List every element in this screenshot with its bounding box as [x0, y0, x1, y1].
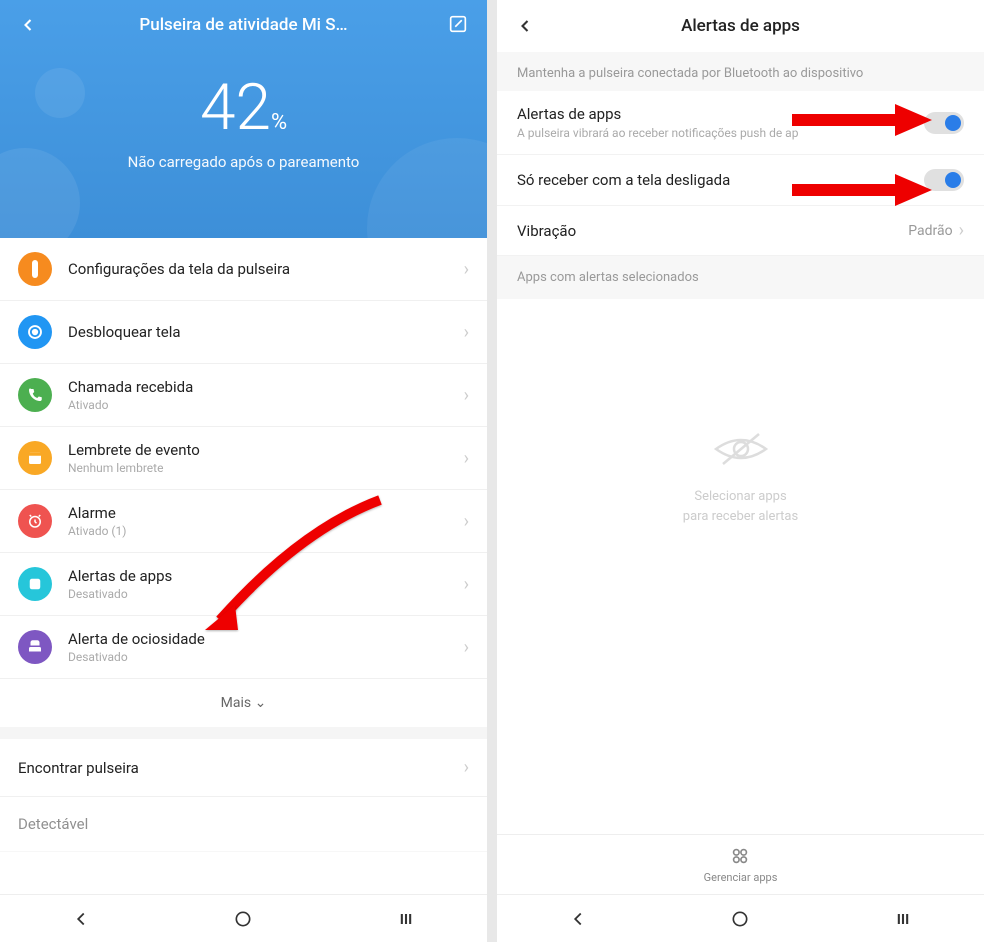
battery-value: 42: [200, 70, 271, 145]
chevron-right-icon: ›: [464, 385, 469, 406]
row-alarm[interactable]: Alarme Ativado (1) ›: [0, 490, 487, 553]
band-icon: [18, 252, 52, 286]
row-screen-settings[interactable]: Configurações da tela da pulseira ›: [0, 238, 487, 301]
percent-sign: %: [271, 110, 287, 135]
apps-icon: [729, 845, 753, 869]
lock-icon: [18, 315, 52, 349]
row-app-alerts[interactable]: Alertas de apps Desativado ›: [0, 553, 487, 616]
header-blue: Pulseira de atividade Mi S… 42% Não carr…: [0, 0, 487, 238]
row-subtitle: Nenhum lembrete: [68, 461, 464, 475]
more-button[interactable]: Mais ⌄: [0, 679, 487, 727]
row-title: Detectável: [18, 815, 88, 833]
page-title: Pulseira de atividade Mi S…: [40, 15, 447, 35]
phone-left: Pulseira de atividade Mi S… 42% Não carr…: [0, 0, 487, 942]
row-title: Chamada recebida: [68, 378, 464, 396]
row-find-band[interactable]: Encontrar pulseira ›: [0, 739, 487, 797]
nav-back-button[interactable]: [51, 908, 111, 930]
row-title: Só receber com a tela desligada: [517, 171, 914, 189]
row-title: Alarme: [68, 504, 464, 522]
nav-home-button[interactable]: [710, 909, 770, 929]
row-screen-off-toggle[interactable]: Só receber com a tela desligada: [497, 155, 984, 206]
chevron-right-icon: ›: [464, 574, 469, 595]
back-button[interactable]: [513, 14, 537, 38]
row-title: Vibração: [517, 222, 898, 240]
settings-list: Configurações da tela da pulseira › Desb…: [0, 238, 487, 852]
battery-subtitle: Não carregado após o pareamento: [0, 153, 487, 171]
row-subtitle: Ativado (1): [68, 524, 464, 538]
row-app-alerts-toggle[interactable]: Alertas de apps A pulseira vibrará ao re…: [497, 91, 984, 155]
eye-off-icon: [497, 429, 984, 473]
nav-recents-button[interactable]: [873, 909, 933, 929]
chair-icon: [18, 630, 52, 664]
row-call[interactable]: Chamada recebida Ativado ›: [0, 364, 487, 427]
row-subtitle: Desativado: [68, 587, 464, 601]
chevron-right-icon: ›: [464, 259, 469, 280]
android-navbar: [497, 894, 984, 942]
phone-icon: [18, 378, 52, 412]
chevron-down-icon: ⌄: [255, 695, 267, 711]
row-title: Desbloquear tela: [68, 323, 464, 341]
bottom-bar-label: Gerenciar apps: [704, 871, 778, 884]
chevron-right-icon: ›: [959, 220, 964, 241]
row-title: Configurações da tela da pulseira: [68, 260, 464, 278]
row-value: Padrão: [908, 223, 952, 239]
row-title: Encontrar pulseira: [18, 759, 139, 777]
chevron-right-icon: ›: [464, 448, 469, 469]
chevron-right-icon: ›: [464, 757, 469, 778]
row-title: Alerta de ociosidade: [68, 630, 464, 648]
nav-recents-button[interactable]: [376, 909, 436, 929]
chevron-right-icon: ›: [464, 637, 469, 658]
row-unlock[interactable]: Desbloquear tela ›: [0, 301, 487, 364]
chevron-right-icon: ›: [464, 511, 469, 532]
alarm-icon: [18, 504, 52, 538]
phone-right: Alertas de apps Mantenha a pulseira cone…: [497, 0, 984, 942]
manage-apps-button[interactable]: Gerenciar apps: [497, 834, 984, 894]
toggle-switch[interactable]: [924, 112, 964, 134]
edit-button[interactable]: [447, 13, 471, 37]
section-header: Apps com alertas selecionados: [497, 256, 984, 299]
app-icon: [18, 567, 52, 601]
page-title: Alertas de apps: [537, 16, 944, 36]
header: Alertas de apps: [497, 0, 984, 52]
row-vibration[interactable]: Vibração Padrão ›: [497, 206, 984, 256]
calendar-icon: [18, 441, 52, 475]
row-event[interactable]: Lembrete de evento Nenhum lembrete ›: [0, 427, 487, 490]
topbar: Pulseira de atividade Mi S…: [0, 0, 487, 50]
section-gap: [0, 727, 487, 739]
row-title: Lembrete de evento: [68, 441, 464, 459]
hint-text: Mantenha a pulseira conectada por Blueto…: [497, 52, 984, 91]
toggle-switch[interactable]: [924, 169, 964, 191]
row-idle[interactable]: Alerta de ociosidade Desativado ›: [0, 616, 487, 679]
battery-display: 42% Não carregado após o pareamento: [0, 70, 487, 171]
row-detectable[interactable]: Detectável: [0, 797, 487, 852]
nav-back-button[interactable]: [548, 908, 608, 930]
empty-text-line1: Selecionar apps: [497, 487, 984, 507]
back-button[interactable]: [16, 13, 40, 37]
row-subtitle: A pulseira vibrará ao receber notificaçõ…: [517, 126, 914, 140]
more-label: Mais: [221, 695, 251, 711]
chevron-right-icon: ›: [464, 322, 469, 343]
row-title: Alertas de apps: [517, 105, 914, 123]
android-navbar: [0, 894, 487, 942]
nav-home-button[interactable]: [213, 909, 273, 929]
row-subtitle: Desativado: [68, 650, 464, 664]
empty-state: Selecionar apps para receber alertas: [497, 299, 984, 526]
empty-text-line2: para receber alertas: [497, 507, 984, 527]
row-subtitle: Ativado: [68, 398, 464, 412]
row-title: Alertas de apps: [68, 567, 464, 585]
